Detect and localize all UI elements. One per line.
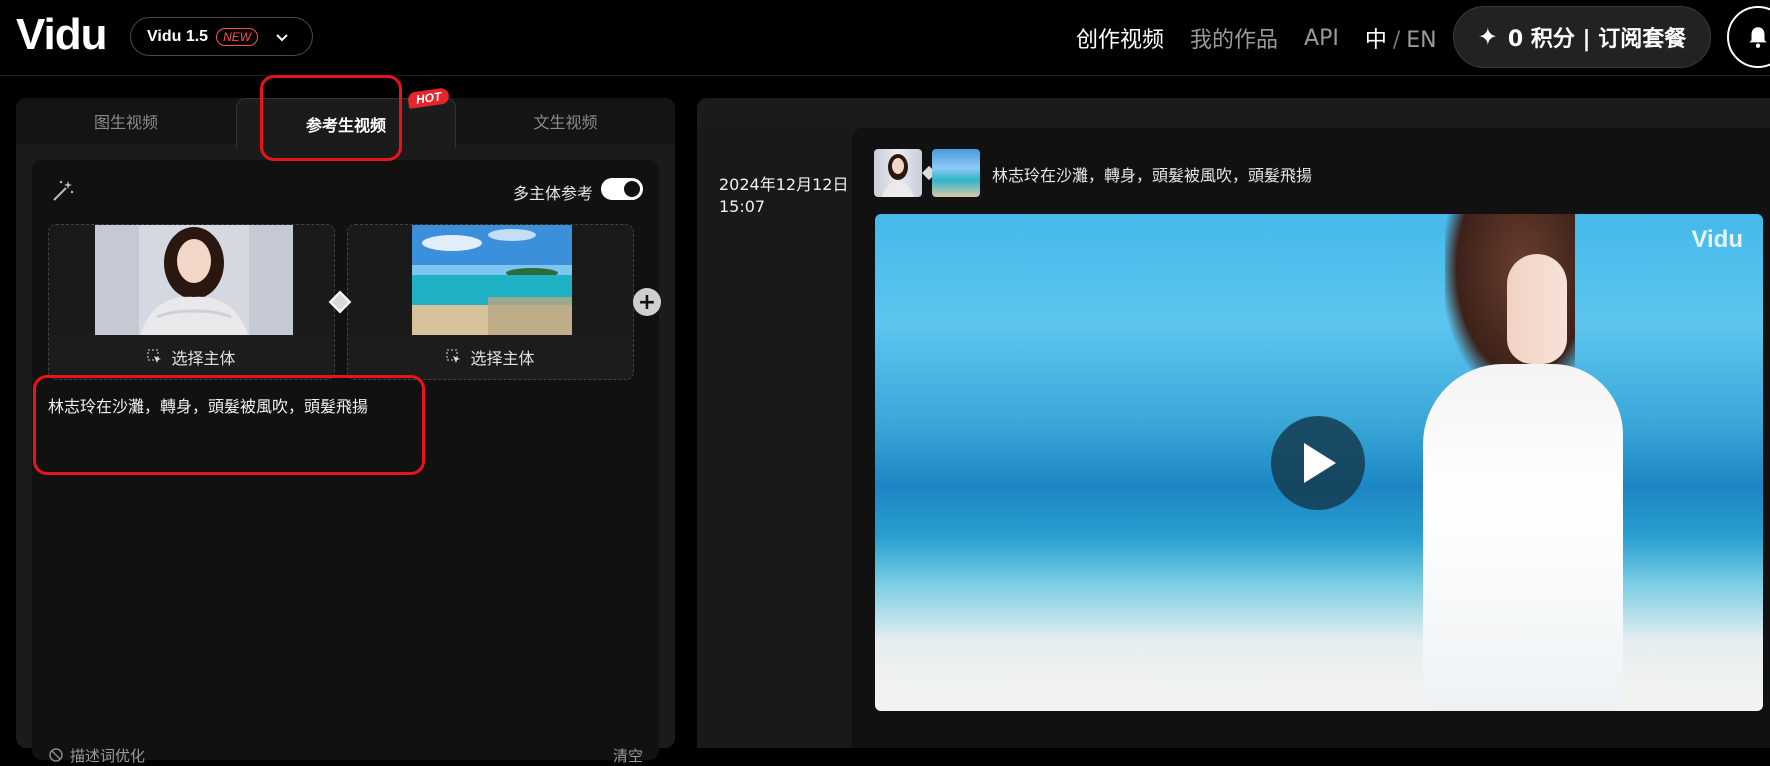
lang-zh[interactable]: 中 <box>1365 28 1387 53</box>
nav-api[interactable]: API <box>1304 26 1339 51</box>
prompt-optimize-label: 描述词优化 <box>70 746 146 765</box>
subject-slot-1[interactable]: 选择主体 <box>48 224 335 380</box>
vidu-logo[interactable]: Vidu <box>16 10 108 60</box>
reference-thumbnail-portrait[interactable] <box>874 149 922 197</box>
figure-face <box>1507 254 1567 364</box>
new-badge: NEW <box>216 27 259 46</box>
chevron-down-icon <box>276 33 288 41</box>
nav-create-video[interactable]: 创作视频 <box>1076 22 1164 54</box>
figure-dress <box>1423 364 1623 711</box>
entry-prompt: 林志玲在沙灘，轉身，頭髮被風吹，頭髮飛揚 <box>992 166 1313 185</box>
credits-subscribe-button[interactable]: ✦ 0 积分 | 订阅套餐 <box>1453 6 1711 68</box>
subject-image-area <box>348 225 633 335</box>
credits-label: 0 积分 | 订阅套餐 <box>1507 27 1687 52</box>
select-subject-row[interactable]: 选择主体 <box>348 335 633 379</box>
prompt-optimize-toggle[interactable]: 描述词优化 <box>48 745 145 766</box>
play-icon <box>1304 443 1336 483</box>
sparkle-icon: ✦ <box>1477 23 1498 51</box>
timeline-column: 2024年12月12日 15:07 <box>697 128 852 748</box>
disabled-circle-icon <box>49 748 63 762</box>
generation-panel: 图生视频 参考生视频 文生视频 多主体参考 选择主体 选择主体 + 林志玲在沙灘… <box>16 98 675 765</box>
model-select[interactable]: Vidu 1.5 NEW <box>130 17 313 56</box>
select-subject-icon <box>147 349 162 363</box>
thumb-portrait-art <box>882 154 914 197</box>
select-subject-icon <box>446 349 461 363</box>
main-nav: 创作视频 我的作品 API 中 / EN <box>1076 22 1437 54</box>
entry-date: 2024年12月12日 <box>719 175 849 194</box>
video-player[interactable]: Vidu <box>875 214 1763 711</box>
beach-image <box>412 225 572 335</box>
prompt-footer: 描述词优化 清空 <box>48 744 643 766</box>
reference-card: 多主体参考 选择主体 选择主体 + 林志玲在沙灘，轉身，頭髮被風吹，頭髮飛揚 描… <box>32 160 661 765</box>
multi-subject-label: 多主体参考 <box>512 184 593 203</box>
reference-thumbnail-beach[interactable] <box>932 149 980 197</box>
lang-separator: / <box>1392 28 1401 53</box>
top-bar: Vidu Vidu 1.5 NEW 创作视频 我的作品 API 中 / EN ✦ 0… <box>0 0 1770 76</box>
toggle-knob <box>624 181 640 197</box>
multi-subject-toggle[interactable] <box>601 178 643 200</box>
prompt-input[interactable]: 林志玲在沙灘，轉身，頭髮被風吹，頭髮飛揚 <box>48 396 643 476</box>
clear-button[interactable]: 清空 <box>613 745 643 766</box>
mode-tabs: 图生视频 参考生视频 文生视频 <box>16 98 675 148</box>
tab-image-to-video[interactable]: 图生视频 <box>16 98 236 144</box>
model-name: Vidu 1.5 <box>147 27 209 45</box>
entry-time: 15:07 <box>719 197 766 216</box>
entry-timestamp: 2024年12月12日 15:07 <box>719 174 849 218</box>
select-subject-label: 选择主体 <box>171 349 236 368</box>
nav-my-works[interactable]: 我的作品 <box>1190 22 1278 54</box>
magic-wand-icon[interactable] <box>50 178 76 204</box>
select-subject-row[interactable]: 选择主体 <box>49 335 334 379</box>
add-subject-button[interactable]: + <box>633 288 661 316</box>
tab-text-to-video[interactable]: 文生视频 <box>456 98 675 144</box>
play-button[interactable] <box>1271 416 1365 510</box>
lang-en[interactable]: EN <box>1406 28 1436 53</box>
notification-button[interactable] <box>1727 6 1770 68</box>
language-switch[interactable]: 中 / EN <box>1365 22 1437 54</box>
subject-image-area <box>49 225 334 335</box>
select-subject-label: 选择主体 <box>470 349 535 368</box>
video-watermark: Vidu <box>1691 226 1743 253</box>
subject-slot-2[interactable]: 选择主体 <box>347 224 634 380</box>
bell-icon <box>1749 27 1767 48</box>
portrait-image <box>95 225 293 335</box>
